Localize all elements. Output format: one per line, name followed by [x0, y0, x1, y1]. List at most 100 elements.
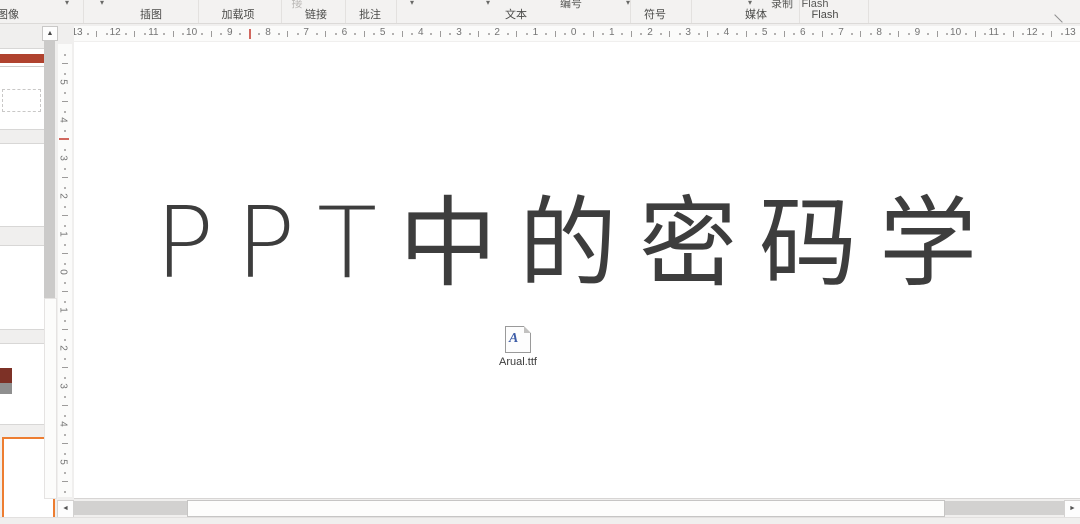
ribbon-group-divider [396, 0, 397, 23]
ribbon-button-label[interactable]: 编号 [560, 0, 582, 10]
ruler-dot [583, 33, 586, 35]
ruler-tick [62, 63, 68, 64]
ruler-tick [134, 31, 136, 37]
page-fold-icon [524, 326, 531, 333]
ruler-number: 13 [74, 27, 83, 38]
file-name-label: Arual.ttf [499, 356, 537, 368]
ruler-dot [831, 33, 834, 35]
ruler-dot [64, 414, 66, 417]
ribbon-corner-mark-icon [1054, 14, 1063, 23]
ribbon-group-label: 符号 [644, 9, 666, 21]
ribbon-group-label: 批注 [359, 9, 381, 21]
ruler-number: 3 [58, 383, 69, 389]
ribbon-group-divider [83, 0, 84, 23]
ribbon-button-label[interactable]: Flash [802, 0, 829, 10]
ruler-number: 5 [58, 459, 69, 465]
ruler-dot [334, 33, 337, 35]
ruler-dot [64, 129, 66, 132]
ruler-number: 1 [58, 231, 69, 237]
ribbon-group-divider [691, 0, 692, 23]
ruler-dot [64, 357, 66, 360]
slide-title-text[interactable]: PPT中的密码学 [94, 164, 1060, 306]
ruler-dot [239, 33, 242, 35]
ruler-number: 2 [58, 345, 69, 351]
ruler-tick [669, 31, 671, 37]
horizontal-ruler: 13 12 11 10 9 8 7 6 5 4 3 2 1 0 1 2 3 4 5 6 7 8 9 10 11 12 13 [74, 26, 1080, 41]
ruler-dot [86, 33, 89, 35]
ribbon-group-divider [868, 0, 869, 23]
ruler-dot [621, 33, 624, 35]
embedded-font-file-object[interactable]: A Arual.ttf [478, 326, 558, 368]
ruler-number: 12 [1026, 27, 1038, 38]
dropdown-caret-icon[interactable]: ▾ [410, 0, 414, 7]
thumbnail-scrollbar-track[interactable] [44, 298, 57, 499]
ruler-tick [439, 31, 441, 37]
ruler-number: 6 [800, 27, 806, 38]
ruler-dot [64, 300, 66, 303]
status-bar-edge [0, 517, 1080, 524]
slide-canvas[interactable]: PPT中的密码学 A Arual.ttf [74, 42, 1080, 499]
ruler-dot [888, 33, 891, 35]
ruler-number: 8 [265, 27, 271, 38]
ruler-tick [783, 31, 785, 37]
thumbnail-scrollbar-thumb[interactable] [44, 40, 55, 298]
hscroll-left-button[interactable]: ◄ [57, 500, 74, 518]
ruler-tick [554, 31, 556, 37]
ruler-number: 6 [341, 27, 348, 38]
ruler-dot [64, 186, 66, 189]
ruler-dot [544, 33, 547, 35]
ribbon-group-label: 文本 [505, 9, 527, 21]
hscroll-thumb[interactable] [187, 500, 945, 517]
dropdown-caret-icon[interactable]: ▾ [748, 0, 752, 7]
ruler-number: 4 [418, 27, 424, 38]
ruler-number: 5 [761, 27, 768, 38]
ribbon-group-label: 链接 [305, 9, 327, 21]
ruler-cursor-mark [249, 29, 251, 39]
ruler-dot [105, 33, 108, 35]
ruler-number: 12 [109, 27, 121, 38]
ruler-dot [487, 33, 490, 35]
ruler-dot [1022, 33, 1025, 35]
ruler-number: 2 [494, 27, 500, 38]
ruler-tick [62, 291, 68, 292]
ruler-tick [630, 31, 632, 37]
ruler-dot [201, 33, 204, 35]
ruler-dot [468, 33, 471, 35]
ruler-dot [430, 33, 433, 35]
ruler-dot [411, 33, 414, 35]
dropdown-caret-icon[interactable]: ▾ [626, 0, 630, 7]
ruler-number: 10 [950, 27, 962, 38]
ruler-dot [755, 33, 758, 35]
hscroll-right-button[interactable]: ► [1064, 500, 1080, 518]
dropdown-caret-icon[interactable]: ▾ [100, 0, 104, 7]
ribbon-group-label: 加载项 [221, 9, 255, 21]
ruler-tick [1012, 31, 1014, 37]
ruler-dot [64, 376, 66, 379]
ruler-tick [62, 215, 68, 216]
thumbnail-image-top [0, 368, 12, 383]
ruler-dot [869, 33, 872, 35]
ruler-number: 3 [58, 155, 69, 161]
ruler-number: 2 [647, 27, 653, 38]
ruler-dot [64, 471, 66, 474]
powerpoint-window: 图像 插图 加载项 链接 批注 文本 符号 媒体 Flash 接 编号 录制 Flash ▾ ▾ ▾ ▾ ▾ ▾ ▲… [0, 0, 1080, 524]
dropdown-caret-icon[interactable]: ▾ [65, 0, 69, 7]
ruler-tick [898, 31, 900, 37]
ruler-dot [162, 33, 165, 35]
thumbnail-image-bottom [0, 383, 12, 394]
ribbon-group-divider [198, 0, 199, 23]
ruler-dot [315, 33, 318, 35]
ruler-tick [325, 31, 327, 37]
ribbon-group-divider [345, 0, 346, 23]
ruler-dot [64, 53, 66, 56]
ruler-number: 5 [58, 79, 69, 85]
ruler-tick [974, 31, 976, 37]
ruler-tick [62, 177, 68, 178]
ruler-tick [62, 481, 68, 482]
ruler-tick [287, 31, 289, 37]
ribbon-button-label[interactable]: 接 [292, 0, 303, 10]
thumbnail-scroll-up-button[interactable]: ▲ [42, 26, 58, 41]
ruler-dot [1003, 33, 1006, 35]
ribbon-button-label[interactable]: 录制 [771, 0, 793, 10]
dropdown-caret-icon[interactable]: ▾ [486, 0, 490, 7]
